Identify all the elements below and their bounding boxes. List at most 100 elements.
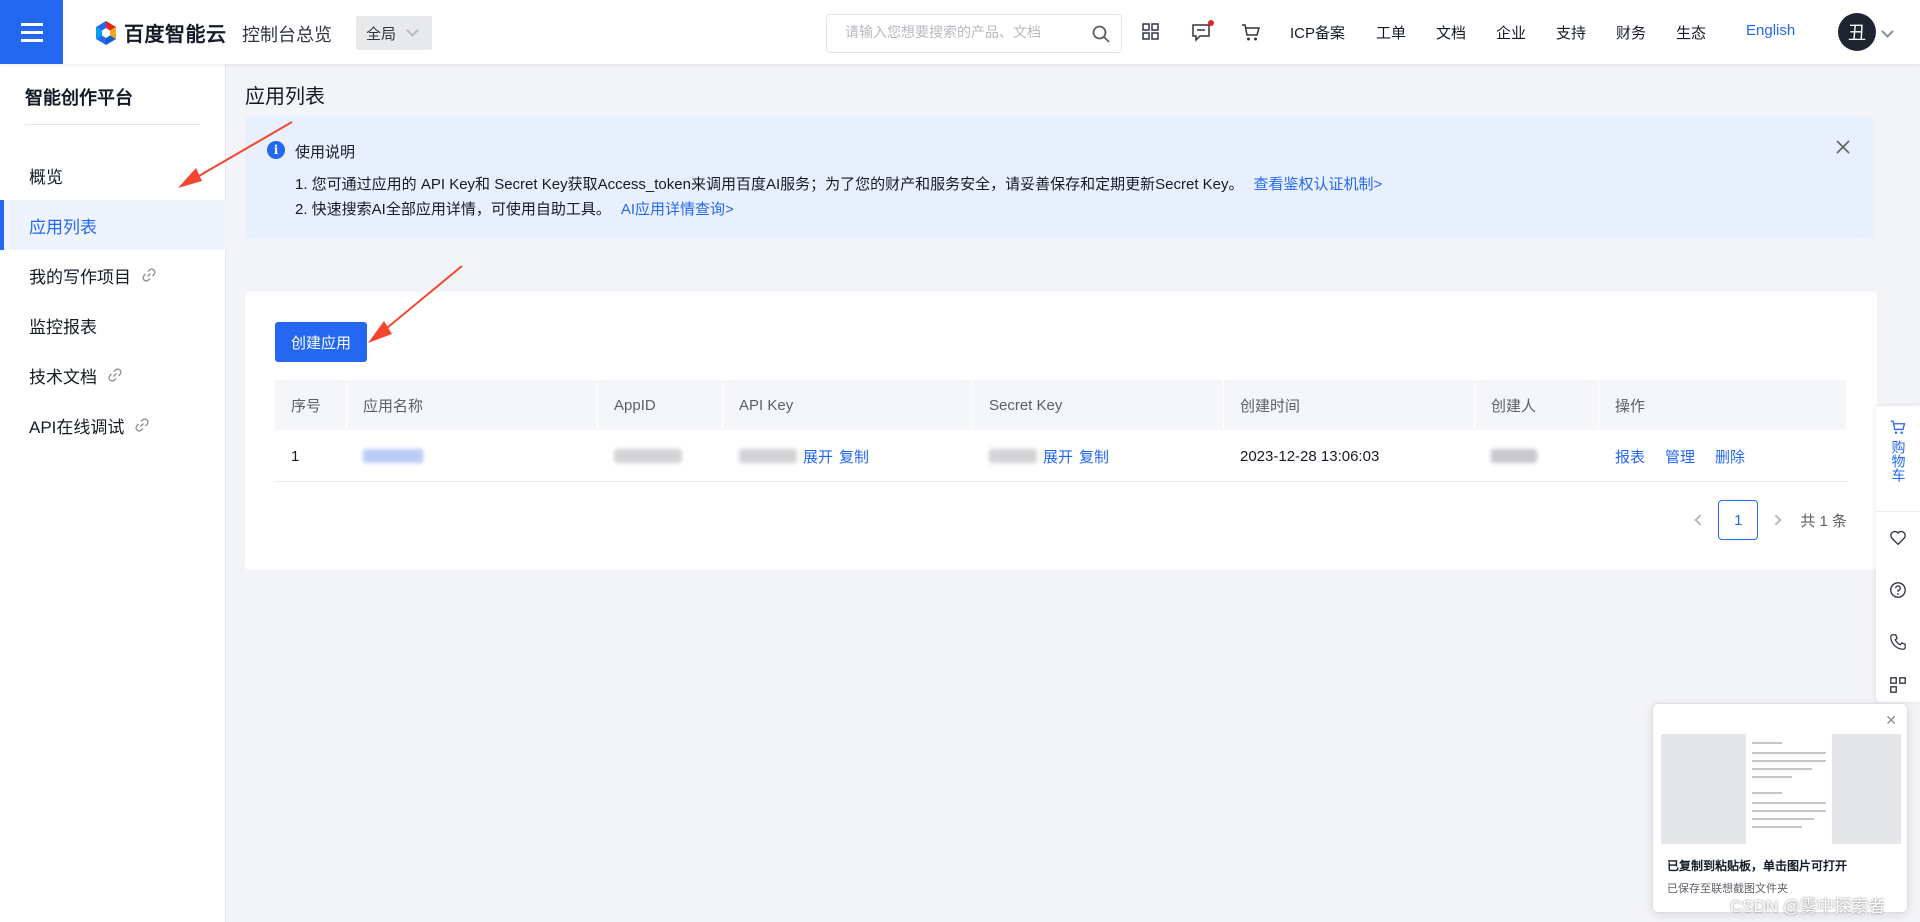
- manage-link[interactable]: 管理: [1665, 446, 1695, 467]
- notice-line-2: 2. 快速搜索AI全部应用详情，可使用自助工具。 AI应用详情查询>: [295, 198, 734, 219]
- close-icon[interactable]: ✕: [1885, 712, 1897, 729]
- screenshot-thumbnail[interactable]: [1661, 734, 1901, 844]
- heart-icon: [1890, 530, 1906, 546]
- console-overview-link[interactable]: 控制台总览: [242, 21, 332, 47]
- page-number-button[interactable]: 1: [1718, 500, 1759, 540]
- region-value: 全局: [366, 25, 397, 43]
- brand-name: 百度智能云: [124, 24, 227, 46]
- api-key-expand-link[interactable]: 展开: [803, 446, 833, 467]
- nav-ecosystem-link[interactable]: 生态: [1676, 22, 1706, 43]
- sidebar-item-label: API在线调试: [29, 417, 125, 437]
- create-app-button[interactable]: 创建应用: [275, 322, 367, 362]
- column-header: API Key: [723, 380, 973, 430]
- sidebar-item-writing-projects[interactable]: 我的写作项目: [0, 250, 226, 300]
- hamburger-menu-button[interactable]: [0, 0, 63, 64]
- cloud-logo-icon: [94, 20, 118, 46]
- redacted-app-name[interactable]: [363, 449, 423, 463]
- table-row: 1 展开 复制 展开 复制 2023-12-28 13:06:03 报表 管理 …: [275, 430, 1847, 482]
- external-link-icon: [108, 368, 122, 382]
- thumbnail-line: [1752, 792, 1782, 794]
- screenshot-toast[interactable]: ✕ 已复制到粘贴板，单击图片可打开 已保存至联想截图文件夹: [1652, 703, 1908, 913]
- column-header: 应用名称: [347, 380, 598, 430]
- phone-icon: [1890, 634, 1906, 650]
- qr-code-icon: [1890, 677, 1906, 693]
- sidebar-item-tech-docs[interactable]: 技术文档: [0, 350, 226, 400]
- api-key-copy-link[interactable]: 复制: [839, 446, 869, 467]
- column-header: 序号: [275, 380, 347, 430]
- divider: [25, 124, 200, 125]
- cart-icon[interactable]: [1240, 20, 1262, 44]
- delete-link[interactable]: 删除: [1715, 446, 1745, 467]
- notice-text: 2. 快速搜索AI全部应用详情，可使用自助工具。: [295, 201, 611, 218]
- brand-logo[interactable]: 百度智能云: [94, 18, 227, 47]
- thumbnail-line: [1752, 742, 1782, 744]
- app-detail-query-link[interactable]: AI应用详情查询>: [621, 201, 734, 218]
- nav-enterprise-link[interactable]: 企业: [1496, 22, 1526, 43]
- chevron-right-icon[interactable]: [1770, 514, 1782, 526]
- search-icon[interactable]: [1091, 24, 1111, 44]
- row-index: 1: [291, 447, 300, 465]
- sidebar-item-label: 概览: [29, 167, 63, 187]
- cart-icon: [1890, 420, 1906, 434]
- info-icon: i: [267, 141, 285, 159]
- close-icon[interactable]: [1834, 138, 1852, 156]
- watermark: CSDN @雾中探索者: [1730, 897, 1886, 916]
- thumbnail-line: [1752, 752, 1826, 754]
- sidebar-item-api-debug[interactable]: API在线调试: [0, 400, 226, 450]
- nav-finance-link[interactable]: 财务: [1616, 22, 1646, 43]
- floating-cart-button[interactable]: 购物车: [1876, 406, 1920, 512]
- chevron-down-icon[interactable]: [1881, 25, 1894, 38]
- page-total: 共 1 条: [1800, 512, 1847, 530]
- nav-ticket-link[interactable]: 工单: [1376, 22, 1406, 43]
- favorite-button[interactable]: [1876, 512, 1920, 564]
- app-table: 序号 应用名称 AppID API Key Secret Key 创建时间 创建…: [275, 380, 1847, 482]
- thumbnail-line: [1752, 826, 1802, 828]
- notice-line-1: 1. 您可通过应用的 API Key和 Secret Key获取Access_t…: [295, 173, 1382, 194]
- nav-support-link[interactable]: 支持: [1556, 22, 1586, 43]
- top-bar: 百度智能云 控制台总览 全局 ICP备案 工单 文档 企业 支持 财务 生态 E…: [0, 0, 1920, 64]
- notice-text: 1. 您可通过应用的 API Key和 Secret Key获取Access_t…: [295, 176, 1244, 193]
- nav-icp-link[interactable]: ICP备案: [1290, 22, 1345, 43]
- thumbnail-line: [1752, 776, 1792, 778]
- sidebar-item-app-list[interactable]: 应用列表: [0, 200, 226, 250]
- thumbnail-page: [1746, 734, 1832, 844]
- search-input[interactable]: [845, 24, 1075, 40]
- sidebar: 智能创作平台 概览 应用列表 我的写作项目 监控报表 技术文档 API在线调试: [0, 64, 226, 922]
- usage-notice: i 使用说明 1. 您可通过应用的 API Key和 Secret Key获取A…: [245, 116, 1874, 239]
- auth-mechanism-link[interactable]: 查看鉴权认证机制>: [1254, 176, 1383, 193]
- apps-grid-icon[interactable]: [1141, 20, 1161, 44]
- thumbnail-line: [1752, 810, 1826, 812]
- column-header: Secret Key: [973, 380, 1224, 430]
- notice-title: 使用说明: [295, 144, 356, 161]
- report-link[interactable]: 报表: [1615, 446, 1645, 467]
- secret-key-copy-link[interactable]: 复制: [1079, 446, 1109, 467]
- redacted-secret-key: [989, 449, 1037, 463]
- nav-docs-link[interactable]: 文档: [1436, 22, 1466, 43]
- secret-key-expand-link[interactable]: 展开: [1043, 446, 1073, 467]
- message-icon[interactable]: [1191, 20, 1215, 44]
- language-switch[interactable]: English: [1746, 22, 1795, 39]
- sidebar-item-label: 技术文档: [29, 367, 97, 387]
- qr-code-button[interactable]: [1876, 668, 1920, 702]
- redacted-api-key: [739, 449, 797, 463]
- creator-cell: [1475, 430, 1599, 482]
- avatar[interactable]: 丑: [1838, 13, 1876, 51]
- floating-toolbar: 购物车: [1876, 406, 1920, 702]
- page-title: 应用列表: [245, 86, 325, 108]
- sidebar-item-overview[interactable]: 概览: [0, 150, 226, 200]
- external-link-icon: [142, 268, 156, 282]
- created-at-cell: 2023-12-28 13:06:03: [1240, 447, 1380, 465]
- phone-button[interactable]: [1876, 616, 1920, 668]
- thumbnail-line: [1752, 760, 1826, 762]
- operations-cell: 报表 管理 删除: [1599, 430, 1847, 482]
- sidebar-item-monitoring[interactable]: 监控报表: [0, 300, 226, 350]
- redacted-creator: [1491, 449, 1537, 463]
- chevron-left-icon[interactable]: [1694, 514, 1706, 526]
- help-button[interactable]: [1876, 564, 1920, 616]
- table-header: 序号 应用名称 AppID API Key Secret Key 创建时间 创建…: [275, 380, 1847, 430]
- toast-title: 已复制到粘贴板，单击图片可打开: [1667, 859, 1848, 873]
- global-search: [826, 14, 1122, 53]
- app-list-panel: 创建应用 序号 应用名称 AppID API Key Secret Key 创建…: [245, 292, 1877, 570]
- region-select[interactable]: 全局: [356, 16, 432, 50]
- column-header: 创建时间: [1224, 380, 1475, 430]
